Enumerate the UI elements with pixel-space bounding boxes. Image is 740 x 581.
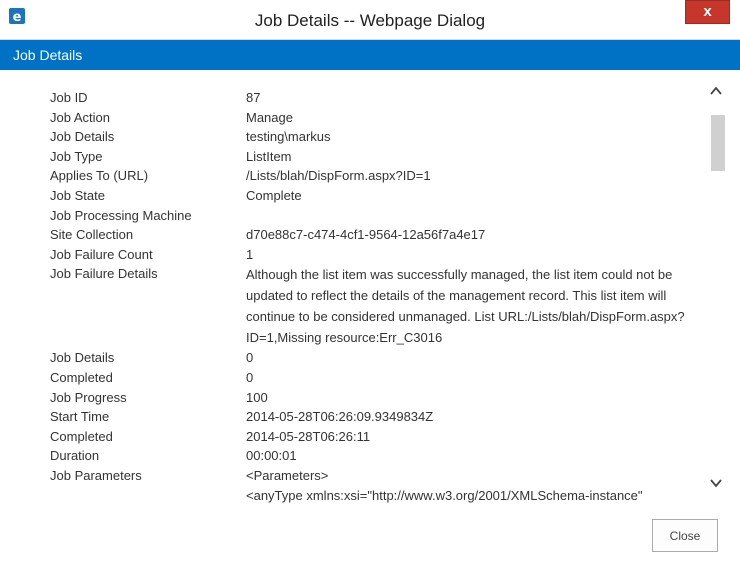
detail-row: Job ID 87 (50, 88, 690, 108)
detail-row: Job Progress 100 (50, 388, 690, 408)
detail-value: 0 (246, 369, 254, 385)
detail-label: Job State (50, 187, 105, 203)
detail-value: testing\markus (246, 129, 331, 145)
detail-value: 0 (246, 350, 254, 366)
detail-row: Job Action Manage (50, 108, 690, 128)
detail-value: 100 (246, 389, 268, 405)
detail-row: Start Time 2014-05-28T06:26:09.9349834Z (50, 407, 690, 427)
detail-value: d70e88c7-c474-4cf1-9564-12a56f7a4e17 (246, 227, 486, 243)
detail-label: Duration (50, 448, 100, 464)
detail-label: Completed (50, 369, 113, 385)
detail-value: 00:00:01 (246, 448, 297, 464)
detail-label: Completed (50, 428, 113, 444)
detail-row: Job State Complete (50, 186, 690, 206)
detail-value: /Lists/blah/DispForm.aspx?ID=1 (246, 168, 431, 184)
dialog-header-title: Job Details (13, 47, 83, 63)
detail-label: Job ID (50, 90, 88, 105)
detail-label (50, 486, 246, 506)
detail-row: Job Parameters <Parameters> (50, 466, 690, 486)
close-button[interactable]: Close (652, 519, 718, 552)
chevron-up-icon[interactable] (708, 82, 724, 100)
detail-label: Applies To (URL) (50, 168, 149, 184)
detail-label: Job Details (50, 350, 115, 366)
chevron-down-icon[interactable] (708, 474, 724, 492)
detail-value: Although the list item was successfully … (246, 267, 685, 346)
details-list: Job ID 87 Job Action Manage Job Details testi… (50, 88, 690, 505)
detail-value: ListItem (246, 148, 292, 164)
dialog-header: Job Details (0, 40, 740, 70)
detail-label: Job Failure Count (50, 246, 153, 262)
detail-row: Site Collection d70e88c7-c474-4cf1-9564-1… (50, 225, 690, 245)
detail-row: Applies To (URL) /Lists/blah/DispForm.asp… (50, 166, 690, 186)
detail-label: Job Processing Machine (50, 207, 192, 223)
detail-row: <anyType xmlns:xsi="http://www.w3.org/20… (50, 486, 690, 506)
detail-row: Job Type ListItem (50, 147, 690, 167)
detail-row: Job Failure Details Although the list ite… (50, 264, 690, 348)
detail-row: Job Failure Count 1 (50, 245, 690, 265)
detail-value: 1 (246, 246, 254, 262)
detail-value: 2014-05-28T06:26:11 (246, 428, 371, 444)
detail-label: Job Failure Details (50, 266, 158, 282)
detail-label: Job Type (50, 148, 103, 164)
detail-row: Duration 00:00:01 (50, 446, 690, 466)
window-close-button[interactable]: x (685, 0, 730, 24)
detail-value: Complete (246, 187, 302, 203)
scroll-thumb[interactable] (711, 115, 725, 171)
detail-value (246, 206, 690, 226)
vertical-scrollbar[interactable] (708, 82, 725, 492)
detail-row: Completed 0 (50, 368, 690, 388)
detail-value: <anyType xmlns:xsi="http://www.w3.org/20… (246, 487, 643, 503)
detail-row: Job Details 0 (50, 348, 690, 368)
window-title: Job Details -- Webpage Dialog (254, 11, 486, 30)
detail-value: 2014-05-28T06:26:09.9349834Z (246, 409, 434, 425)
detail-label: Job Parameters (50, 467, 142, 483)
detail-value: Manage (246, 109, 293, 125)
detail-row: Job Processing Machine (50, 206, 690, 226)
detail-row: Job Details testing\markus (50, 127, 690, 147)
details-content[interactable]: Job ID 87 Job Action Manage Job Details testi… (0, 70, 740, 510)
title-bar: e Job Details -- Webpage Dialog x (0, 0, 740, 40)
detail-value: <Parameters> (246, 467, 329, 483)
detail-row: Completed 2014-05-28T06:26:11 (50, 427, 690, 447)
detail-label: Job Details (50, 129, 115, 145)
detail-label: Start Time (50, 409, 110, 425)
detail-label: Site Collection (50, 227, 134, 243)
detail-label: Job Progress (50, 389, 127, 405)
detail-label: Job Action (50, 109, 110, 125)
detail-value: 87 (246, 90, 261, 105)
